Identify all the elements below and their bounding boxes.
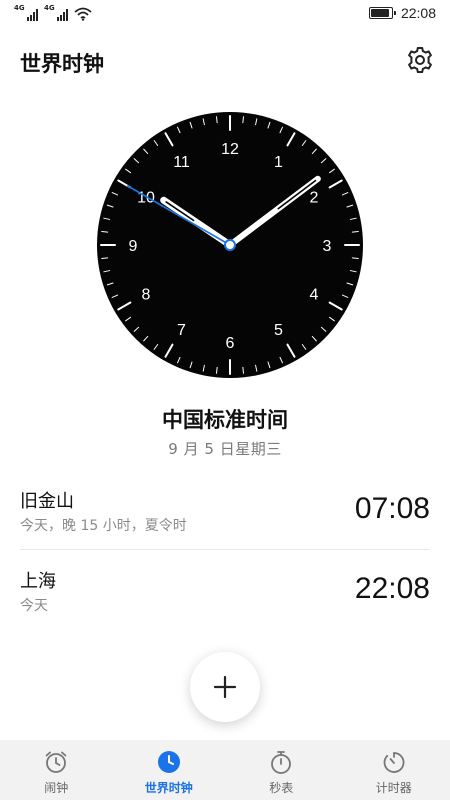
settings-button[interactable]	[404, 44, 436, 76]
signal-4g-icon: 4G	[14, 4, 38, 21]
clock-minute-tick	[242, 116, 244, 124]
clock-minute-tick	[101, 231, 109, 233]
wifi-icon	[74, 7, 92, 21]
clock-minute-tick	[216, 116, 218, 124]
clock-numeral: 6	[226, 335, 235, 352]
clock-minute-tick	[351, 257, 359, 259]
clock-minute-tick	[216, 366, 218, 374]
nav-item-stopwatch[interactable]: 秒表	[225, 740, 338, 800]
nav-label: 计时器	[375, 781, 412, 795]
clock-numeral: 2	[310, 190, 319, 207]
battery-icon	[368, 7, 396, 19]
signal-tag: 4G	[44, 4, 55, 12]
city-row[interactable]: 旧金山 今天，晚 15 小时，夏令时 07:08	[20, 470, 430, 550]
battery-fill	[370, 9, 389, 17]
clock-numeral: 9	[129, 238, 138, 255]
nav-item-timer[interactable]: 计时器	[338, 740, 450, 800]
analog-clock: 12 1 2 3 4 5 6 7 8 9 10 11	[95, 110, 365, 380]
nav-label: 世界时钟	[144, 781, 193, 795]
timer-icon	[383, 752, 405, 773]
page-title: 世界时钟	[20, 52, 104, 76]
stopwatch-icon	[271, 751, 292, 774]
city-row[interactable]: 上海 今天 22:08	[20, 550, 430, 630]
nav-item-world-clock[interactable]: 世界时钟	[113, 740, 226, 800]
clock-center-pin	[224, 239, 236, 251]
clock-numeral: 8	[142, 287, 151, 304]
alarm-icon	[45, 751, 67, 773]
city-offset: 今天	[20, 598, 48, 614]
nav-item-alarm[interactable]: 闹钟	[0, 740, 113, 800]
home-timezone-date: 9 月 5 日星期三	[168, 440, 282, 458]
clock-numeral: 3	[323, 238, 332, 255]
clock-numeral: 1	[274, 154, 283, 171]
nav-label: 秒表	[269, 781, 294, 795]
app-header: 世界时钟	[0, 40, 450, 84]
city-offset: 今天，晚 15 小时，夏令时	[20, 518, 187, 534]
nav-label: 闹钟	[44, 781, 69, 795]
city-name: 旧金山	[20, 491, 74, 512]
city-time: 07:08	[354, 492, 430, 525]
add-city-button[interactable]	[190, 652, 260, 722]
city-list: 旧金山 今天，晚 15 小时，夏令时 07:08 上海 今天 22:08	[20, 470, 430, 630]
city-time: 22:08	[354, 572, 430, 605]
clock-numeral: 5	[274, 322, 283, 339]
home-timezone-name: 中国标准时间	[162, 408, 288, 432]
city-name: 上海	[20, 571, 56, 592]
clock-minute-tick	[242, 366, 244, 374]
status-time: 22:08	[400, 5, 436, 21]
clock-numeral: 11	[173, 154, 190, 171]
plus-icon	[213, 675, 237, 699]
world-clock-icon	[157, 751, 180, 773]
clock-numeral: 4	[310, 287, 319, 304]
gear-icon	[408, 47, 432, 73]
bottom-nav: 闹钟 世界时钟 秒表 计时器	[0, 740, 450, 800]
status-bar: 4G 4G 22:08	[0, 0, 450, 30]
clock-numeral: 7	[177, 322, 186, 339]
clock-minute-tick	[101, 257, 109, 259]
clock-minute-tick	[351, 231, 359, 233]
signal-4g-icon: 4G	[44, 4, 68, 21]
clock-face: 121234567891011	[97, 112, 363, 378]
clock-numeral: 12	[221, 141, 239, 158]
status-left: 4G 4G	[14, 4, 92, 21]
signal-tag: 4G	[14, 4, 25, 12]
status-right: 22:08	[368, 5, 436, 21]
